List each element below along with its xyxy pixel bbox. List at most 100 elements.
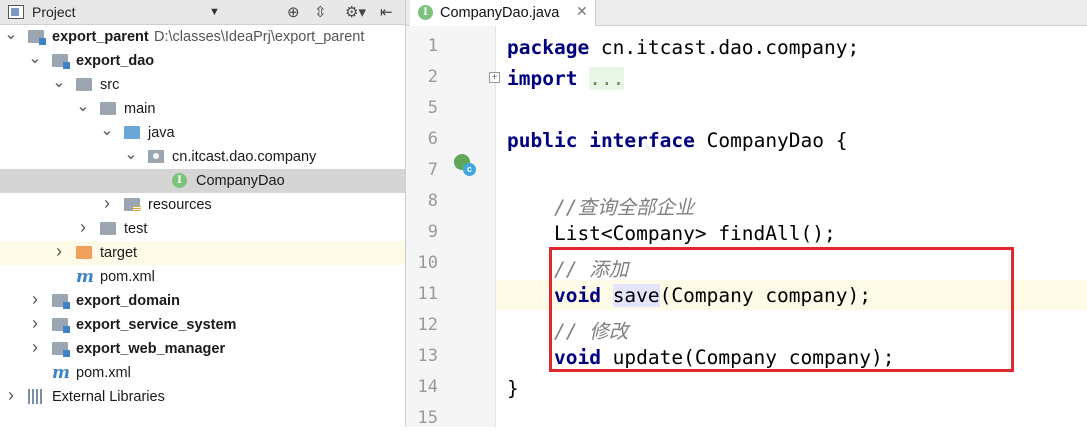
line-number: 14 [417,377,438,397]
tree-item[interactable]: ⌄ cn.itcast.dao.company [0,145,405,169]
tree-item-label: resources [148,197,212,213]
tree-item-label: export_domain [76,293,180,309]
chevron-right-icon[interactable]: › [52,241,66,262]
tree-item[interactable]: m pom.xml [0,265,405,289]
maven-icon: m [76,267,94,287]
code-line[interactable]: package cn.itcast.dao.company; [496,32,1087,62]
code-line[interactable] [496,404,1087,434]
line-number: 1 [427,36,438,56]
tree-item-label: cn.itcast.dao.company [172,149,317,165]
tree-item[interactable]: › target [0,241,405,265]
tree-item-label: main [124,101,156,117]
line-number: 12 [417,315,438,335]
chevron-down-icon[interactable]: ⌄ [100,120,114,140]
project-icon [8,5,24,19]
line-number: 13 [417,346,438,366]
chevron-down-icon[interactable]: ⌄ [52,72,66,92]
tree-item[interactable]: › External Libraries [0,385,405,409]
code-line[interactable]: import ... [496,63,1087,93]
code-line[interactable]: List<Company> findAll(); [496,218,1087,248]
line-number: 8 [427,191,438,211]
module-icon [52,54,70,69]
tree-item[interactable]: › export_domain [0,289,405,313]
line-number-gutter: c 1 2 5 6 7 8 9 10 11 12 13 14 15 [406,26,496,428]
line-number: 7 [427,160,438,180]
folder-icon [100,222,116,235]
tree-item[interactable]: ⌄ src [0,73,405,97]
code-text: } [507,377,519,400]
source-folder-icon [124,126,140,139]
highlight-rectangle [549,247,1014,372]
code-text: List<Company> findAll(); [507,222,836,245]
tree-item[interactable]: › export_service_system [0,313,405,337]
chevron-right-icon[interactable]: › [100,193,114,214]
code-text: public interface CompanyDao { [507,129,848,152]
tab-companydao-java[interactable]: I CompanyDao.java ✕ [410,0,596,26]
project-panel-title[interactable]: Project [32,4,76,20]
project-panel-header: Project ▼ ⊕ ⇳ ⚙▾ ⇤ [0,0,405,25]
folder-icon [76,78,92,91]
tree-item[interactable]: ⌄ export_dao [0,49,405,73]
module-icon [52,294,70,309]
line-number: 9 [427,222,438,242]
project-panel: Project ▼ ⊕ ⇳ ⚙▾ ⇤ ⌄ export_parent D:\clas… [0,0,406,427]
chevron-right-icon[interactable]: › [28,313,42,334]
code-line[interactable]: public interface CompanyDao { [496,125,1087,155]
code-text: //查询全部企业 [553,196,695,219]
chevron-right-icon[interactable]: › [4,385,18,406]
chevron-right-icon[interactable]: › [76,217,90,238]
tree-item-label: pom.xml [76,365,131,381]
tree-item[interactable]: ⌄ main [0,97,405,121]
module-icon [28,30,46,45]
tree-item-label: export_dao [76,53,155,69]
line-number: 5 [427,98,438,118]
locate-icon[interactable]: ⊕ [287,3,300,21]
chevron-down-icon[interactable]: ⌄ [28,48,42,68]
gear-icon[interactable]: ⚙▾ [345,3,366,21]
interface-icon: I [418,5,433,20]
interface-icon: I [172,173,187,188]
tree-item[interactable]: ⌄ java [0,121,405,145]
close-icon[interactable]: ✕ [576,3,588,20]
tree-item-label: java [148,125,175,141]
library-icon [28,389,44,404]
tree-item-label: export_parent [52,29,149,45]
code-text: import ... [507,67,625,90]
code-line[interactable]: } [496,373,1087,403]
tree-item-label: export_service_system [76,317,237,333]
chevron-right-icon[interactable]: › [28,337,42,358]
tree-item[interactable]: › export_web_manager [0,337,405,361]
tree-item-label: External Libraries [52,389,165,405]
collapse-all-icon[interactable]: ⇳ [314,3,327,21]
editor-area: I CompanyDao.java ✕ c 1 2 5 6 7 8 9 10 11 12 13 14 1… [406,0,1087,428]
hide-panel-icon[interactable]: ⇤ [380,3,393,21]
folder-icon [100,102,116,115]
fold-expand-icon[interactable]: + [489,72,500,83]
code-line[interactable]: //查询全部企业 [496,187,1087,219]
chevron-down-icon[interactable]: ⌄ [76,96,90,116]
code-text: package cn.itcast.dao.company; [507,36,860,59]
tree-item-label: test [124,221,148,237]
excluded-folder-icon [76,246,92,259]
chevron-down-icon[interactable]: ⌄ [4,24,18,44]
tree-item-label: src [100,77,120,93]
package-icon [148,150,164,163]
view-dropdown-icon[interactable]: ▼ [209,6,220,18]
line-number: 10 [417,253,438,273]
line-number: 2 [427,67,438,87]
resources-folder-icon [124,198,141,212]
module-icon [52,318,70,333]
tree-item[interactable]: m pom.xml [0,361,405,385]
code-line[interactable] [496,156,1087,186]
code-line[interactable] [496,94,1087,124]
tree-item-label: CompanyDao [196,173,285,189]
chevron-right-icon[interactable]: › [28,289,42,310]
tree-item-label: export_web_manager [76,341,226,357]
tree-item[interactable]: › test [0,217,405,241]
class-marker-icon: c [463,163,476,176]
tree-item[interactable]: I CompanyDao [0,169,405,193]
tree-item[interactable]: › resources [0,193,405,217]
line-number: 15 [417,408,438,428]
tree-item[interactable]: ⌄ export_parent D:\classes\IdeaPrj\export_… [0,25,405,49]
chevron-down-icon[interactable]: ⌄ [124,144,138,164]
